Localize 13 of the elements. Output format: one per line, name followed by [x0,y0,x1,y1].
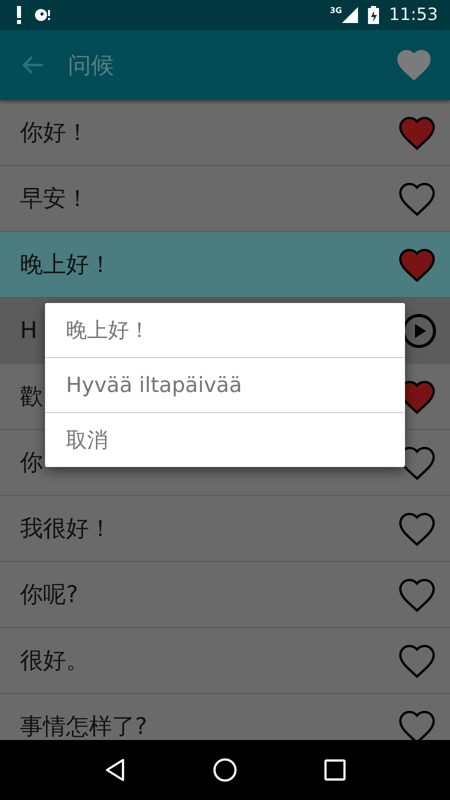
phrase-text: 你呢? [20,581,78,610]
phrase-text: 我很好！ [20,515,112,544]
phrase-text: H [20,318,38,344]
phrase-text: 很好。 [20,647,89,676]
phrase-text: 你好！ [20,119,89,148]
clock-time: 11:53 [389,5,438,25]
phrase-text: 早安！ [20,185,89,214]
phrase-text: 晚上好！ [20,251,112,280]
phrase-text: 歡 [20,383,43,412]
phrase-text: 你 [20,449,43,478]
network-type: 3G [330,6,342,15]
phrase-text: 事情怎样了? [20,713,148,740]
screen-title: 问候 [68,52,115,80]
